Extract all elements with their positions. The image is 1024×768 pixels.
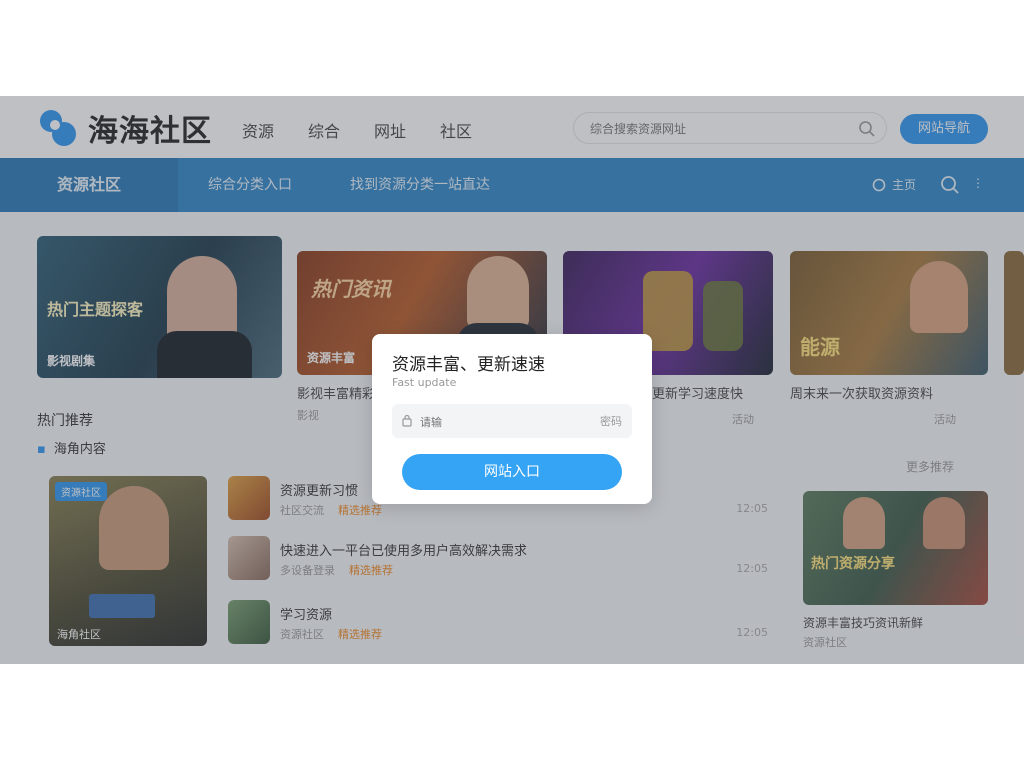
password-trail[interactable]: 密码 <box>600 413 622 429</box>
password-field[interactable]: 密码 <box>392 404 632 438</box>
modal-subtitle: Fast update <box>392 376 457 389</box>
password-input[interactable] <box>418 413 582 431</box>
site-entry-button[interactable]: 网站入口 <box>402 454 622 490</box>
entry-modal: 资源丰富、更新速速 Fast update 密码 网站入口 <box>372 334 652 504</box>
modal-title: 资源丰富、更新速速 <box>392 355 545 375</box>
lock-icon <box>402 414 412 427</box>
